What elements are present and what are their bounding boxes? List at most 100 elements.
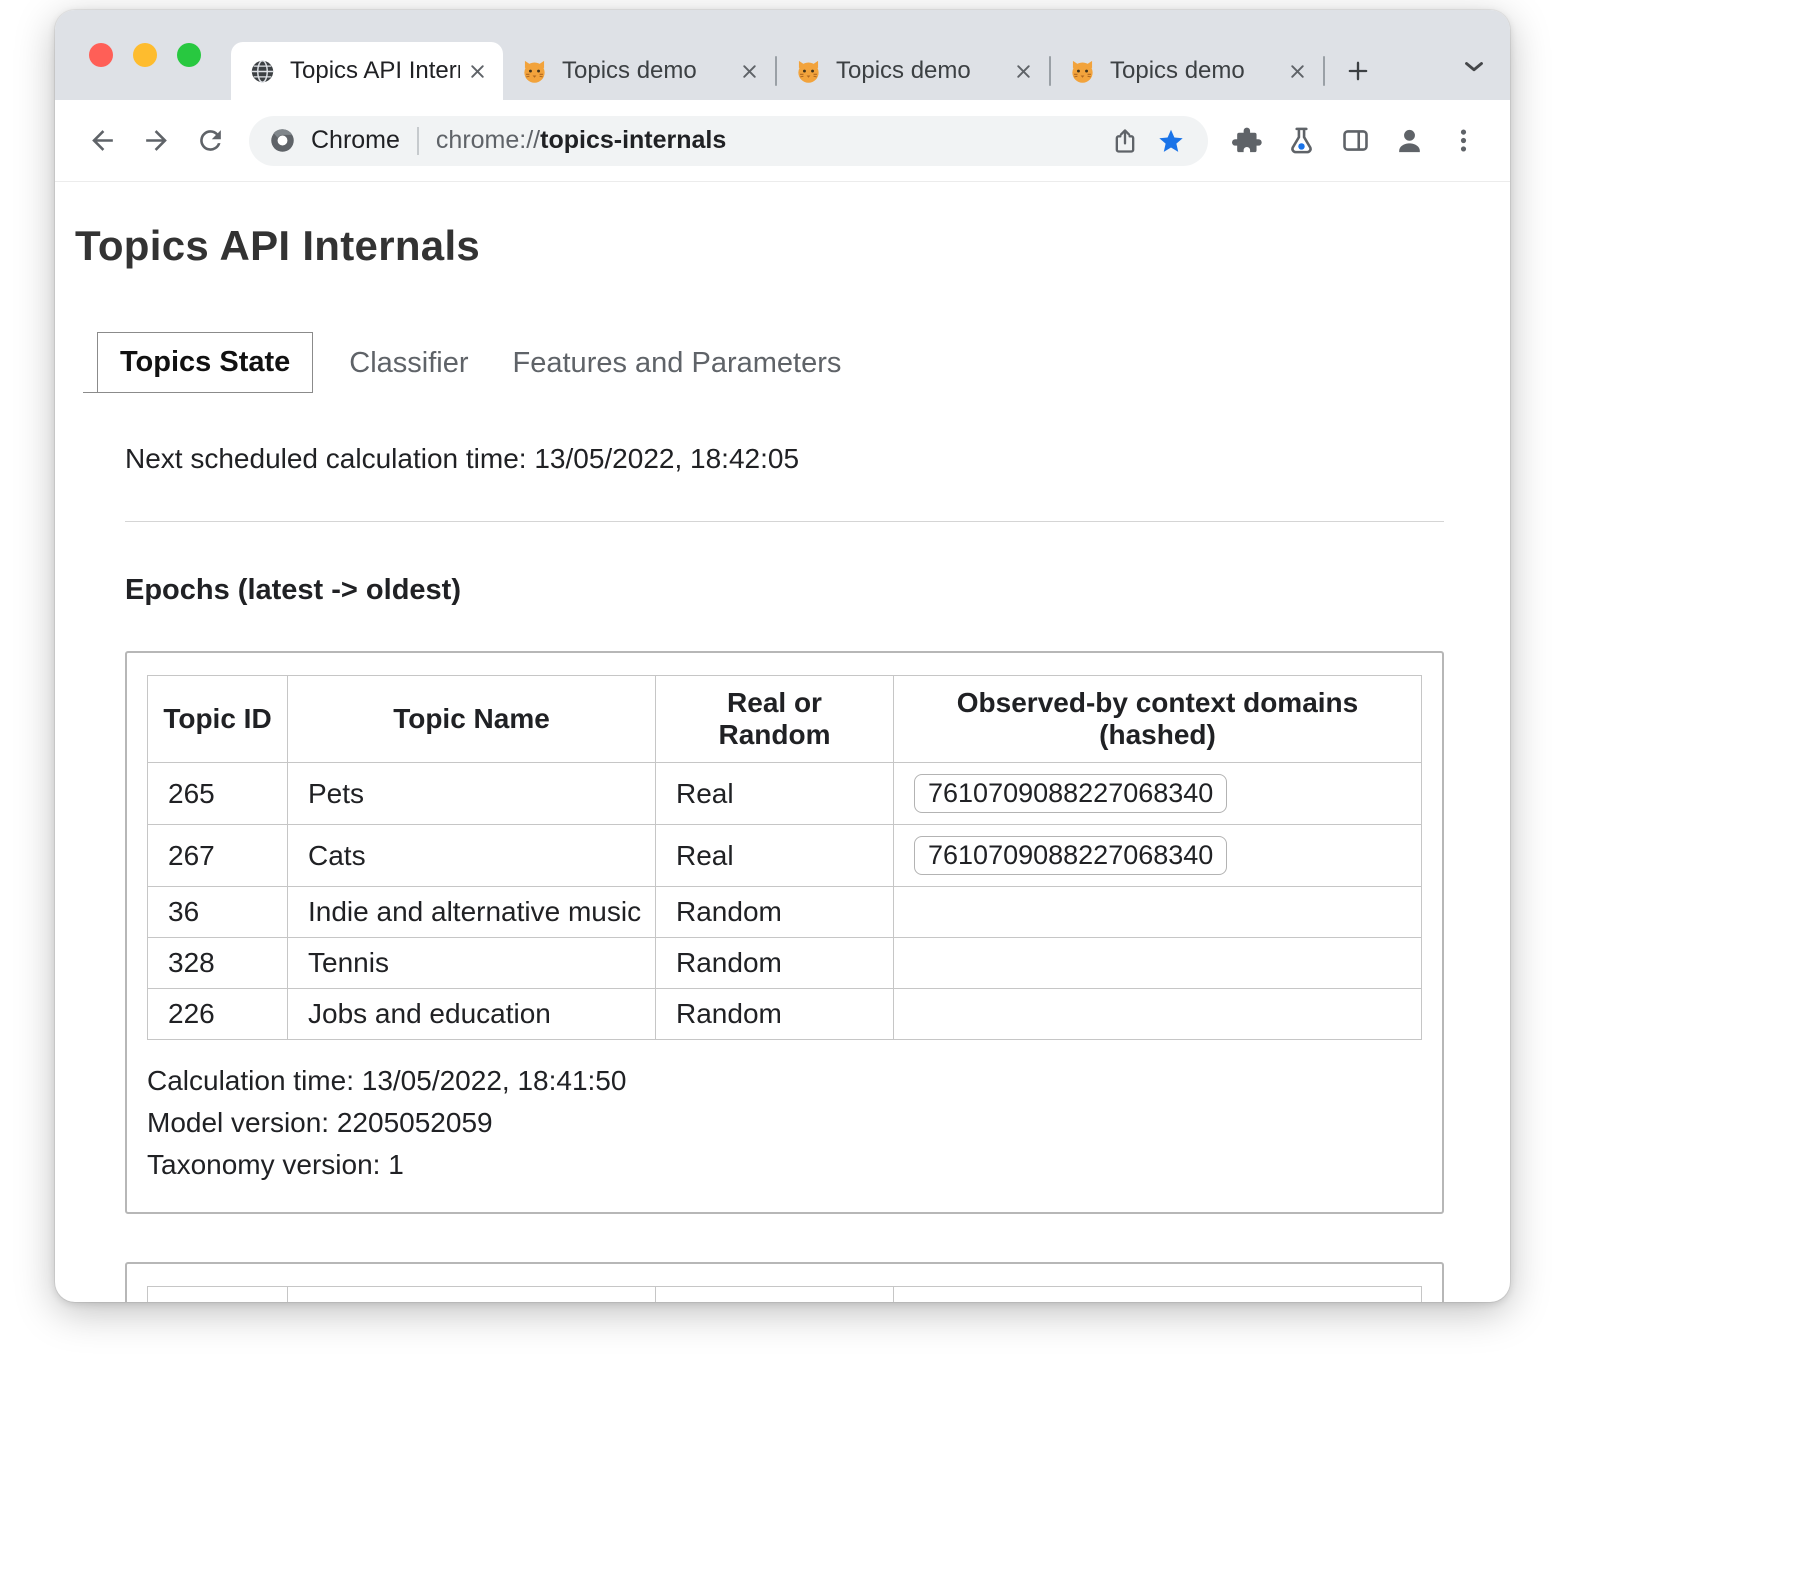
- forward-arrow-icon: [141, 125, 172, 156]
- window-controls: [55, 43, 231, 67]
- browser-tabs: Topics API Intern Topics demo Topics demo T…: [231, 42, 1325, 100]
- domain-hash-chip: 7610709088227068340: [914, 836, 1227, 875]
- epochs-list: Topic IDTopic NameReal or RandomObserved…: [75, 651, 1444, 1302]
- tab-close-icon[interactable]: [1286, 60, 1309, 83]
- topic-name-cell: Indie and alternative music: [288, 887, 656, 938]
- column-header: Observed-by context domains (hashed): [894, 1287, 1422, 1303]
- browser-tab[interactable]: Topics API Intern: [231, 42, 503, 100]
- kebab-menu-icon: [1448, 125, 1479, 156]
- profile-button[interactable]: [1382, 114, 1436, 168]
- omnibox[interactable]: Chrome chrome:// topics-internals: [249, 116, 1208, 166]
- tab-close-icon[interactable]: [1012, 60, 1035, 83]
- topic-name-cell: Pets: [288, 763, 656, 825]
- column-header: Observed-by context domains (hashed): [894, 676, 1422, 763]
- table-row: 265PetsReal 7610709088227068340: [148, 763, 1422, 825]
- side-panel-icon: [1340, 125, 1371, 156]
- epoch-meta-line: Calculation time: 13/05/2022, 18:41:50: [147, 1060, 1422, 1102]
- topic-name-cell: Cats: [288, 825, 656, 887]
- plus-icon: [1344, 57, 1372, 85]
- share-button[interactable]: [1102, 118, 1148, 164]
- next-calculation-time: Next scheduled calculation time: 13/05/2…: [125, 443, 1444, 475]
- observed-domains-cell: [894, 938, 1422, 989]
- chevron-down-icon: [1459, 51, 1489, 81]
- tab-classifier[interactable]: Classifier: [335, 334, 482, 393]
- browser-toolbar: Chrome chrome:// topics-internals: [55, 100, 1510, 182]
- column-header: Real or Random: [656, 1287, 894, 1303]
- observed-domains-cell: 7610709088227068340: [894, 763, 1422, 825]
- epoch-table: Topic IDTopic NameReal or RandomObserved…: [147, 675, 1422, 1040]
- tab-title: Topics demo: [1110, 57, 1280, 85]
- topic-id-cell: 267: [148, 825, 288, 887]
- page-content: Topics API Internals Topics StateClassif…: [55, 182, 1510, 1302]
- topic-id-cell: 265: [148, 763, 288, 825]
- close-window-button[interactable]: [89, 43, 113, 67]
- epochs-heading: Epochs (latest -> oldest): [125, 574, 1444, 607]
- tab-title: Topics demo: [836, 57, 1006, 85]
- browser-tab[interactable]: Topics demo: [503, 42, 775, 100]
- omnibox-divider: [417, 127, 419, 155]
- observed-domains-cell: [894, 887, 1422, 938]
- bookmark-star-button[interactable]: [1148, 118, 1194, 164]
- table-row: 36Indie and alternative musicRandom: [148, 887, 1422, 938]
- back-button[interactable]: [75, 114, 129, 168]
- table-header-row: Topic IDTopic NameReal or RandomObserved…: [148, 676, 1422, 763]
- tab-title: Topics demo: [562, 57, 732, 85]
- cat-icon: [795, 58, 822, 85]
- star-icon: [1157, 127, 1185, 155]
- url-host: topics-internals: [540, 126, 726, 155]
- browser-tab[interactable]: Topics demo: [777, 42, 1049, 100]
- column-header: Topic Name: [288, 676, 656, 763]
- beaker-icon: [1286, 125, 1317, 156]
- reload-icon: [195, 125, 226, 156]
- observed-domains-cell: 7610709088227068340: [894, 825, 1422, 887]
- epoch-table: Topic IDTopic NameReal or RandomObserved…: [147, 1286, 1422, 1302]
- reload-button[interactable]: [183, 114, 237, 168]
- tab-topics-state[interactable]: Topics State: [97, 332, 313, 393]
- table-row: 328TennisRandom: [148, 938, 1422, 989]
- tab-close-icon[interactable]: [738, 60, 761, 83]
- forward-button[interactable]: [129, 114, 183, 168]
- real-or-random-cell: Real: [656, 825, 894, 887]
- epoch-meta-line: Taxonomy version: 1: [147, 1144, 1422, 1186]
- omnibox-site-label: Chrome: [311, 126, 400, 155]
- chrome-page-icon: [249, 58, 276, 85]
- column-header: Real or Random: [656, 676, 894, 763]
- column-header: Topic Name: [288, 1287, 656, 1303]
- column-header: Topic ID: [148, 1287, 288, 1303]
- real-or-random-cell: Random: [656, 887, 894, 938]
- topic-id-cell: 36: [148, 887, 288, 938]
- side-panel-button[interactable]: [1328, 114, 1382, 168]
- real-or-random-cell: Real: [656, 763, 894, 825]
- tab-features-and-parameters[interactable]: Features and Parameters: [499, 334, 856, 393]
- experiments-button[interactable]: [1274, 114, 1328, 168]
- back-arrow-icon: [87, 125, 118, 156]
- section-divider: [125, 521, 1444, 522]
- browser-window: Topics API Intern Topics demo Topics demo T…: [55, 10, 1510, 1302]
- topic-id-cell: 226: [148, 989, 288, 1040]
- table-header-row: Topic IDTopic NameReal or RandomObserved…: [148, 1287, 1422, 1303]
- url-scheme: chrome://: [436, 126, 540, 155]
- browser-tab[interactable]: Topics demo: [1051, 42, 1323, 100]
- cat-icon: [521, 58, 548, 85]
- domain-hash-chip: 7610709088227068340: [914, 774, 1227, 813]
- topic-id-cell: 328: [148, 938, 288, 989]
- share-icon: [1111, 127, 1139, 155]
- table-row: 226Jobs and educationRandom: [148, 989, 1422, 1040]
- column-header: Topic ID: [148, 676, 288, 763]
- extensions-button[interactable]: [1220, 114, 1274, 168]
- zoom-window-button[interactable]: [177, 43, 201, 67]
- minimize-window-button[interactable]: [133, 43, 157, 67]
- puzzle-icon: [1232, 125, 1263, 156]
- tab-search-button[interactable]: [1454, 46, 1494, 86]
- new-tab-button[interactable]: [1337, 50, 1379, 92]
- real-or-random-cell: Random: [656, 989, 894, 1040]
- epoch-panel: Topic IDTopic NameReal or RandomObserved…: [125, 1262, 1444, 1302]
- browser-menu-button[interactable]: [1436, 114, 1490, 168]
- page-tab-bar: Topics State Classifier Features and Param…: [83, 332, 1444, 393]
- tab-close-icon[interactable]: [466, 60, 489, 83]
- epoch-meta: Calculation time: 13/05/2022, 18:41:50Mo…: [147, 1060, 1422, 1186]
- real-or-random-cell: Random: [656, 938, 894, 989]
- profile-avatar-icon: [1394, 125, 1425, 156]
- cat-icon: [1069, 58, 1096, 85]
- table-row: 267CatsReal 7610709088227068340: [148, 825, 1422, 887]
